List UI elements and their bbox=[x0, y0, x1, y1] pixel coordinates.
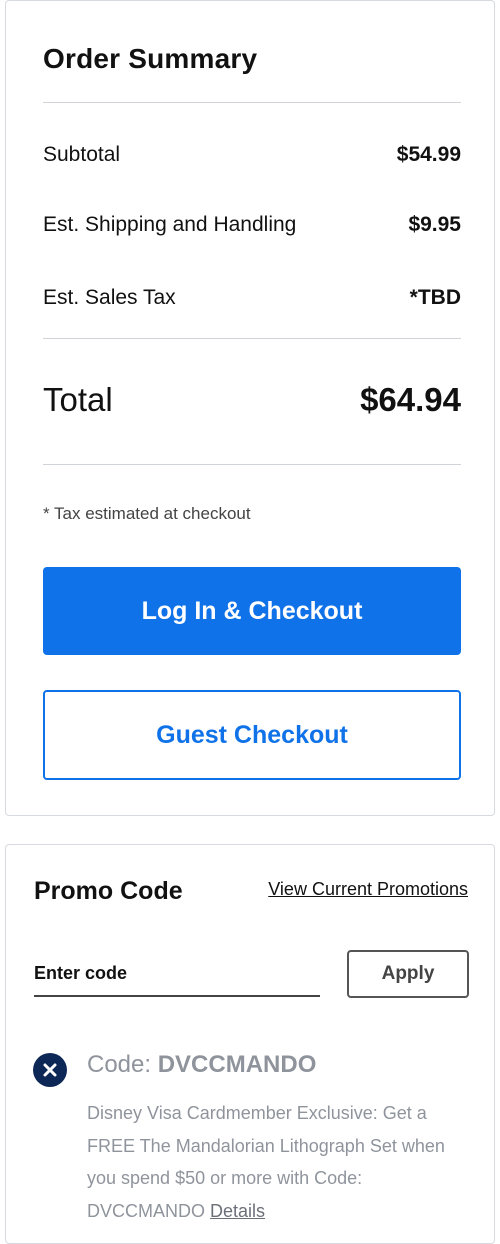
divider bbox=[43, 338, 461, 339]
order-summary-title: Order Summary bbox=[43, 43, 258, 74]
subtotal-value: $54.99 bbox=[396, 143, 461, 166]
promo-code-input[interactable] bbox=[34, 951, 320, 997]
promo-code-card: Promo Code View Current Promotions Apply… bbox=[5, 844, 495, 1244]
total-row: Total $64.94 bbox=[43, 375, 461, 425]
divider bbox=[43, 102, 461, 103]
guest-checkout-button[interactable]: Guest Checkout bbox=[43, 690, 461, 780]
shipping-row: Est. Shipping and Handling $9.95 bbox=[43, 210, 461, 240]
code-value: DVCCMANDO bbox=[157, 1051, 317, 1078]
divider bbox=[43, 464, 461, 465]
sales-tax-row: Est. Sales Tax *TBD bbox=[43, 283, 461, 313]
close-circle-icon[interactable] bbox=[33, 1053, 67, 1087]
shipping-value: $9.95 bbox=[408, 213, 461, 236]
close-icon bbox=[43, 1063, 57, 1077]
shipping-label: Est. Shipping and Handling bbox=[43, 213, 297, 236]
total-value: $64.94 bbox=[360, 381, 461, 418]
code-description-block: Disney Visa Cardmember Exclusive: Get a … bbox=[87, 1097, 477, 1227]
apply-button[interactable]: Apply bbox=[347, 950, 469, 998]
sales-tax-value: *TBD bbox=[409, 286, 461, 309]
applied-code-heading: Code: DVCCMANDO bbox=[87, 1051, 316, 1079]
code-label: Code: bbox=[87, 1051, 152, 1078]
subtotal-label: Subtotal bbox=[43, 143, 121, 166]
view-promotions-link[interactable]: View Current Promotions bbox=[268, 879, 468, 900]
login-checkout-button[interactable]: Log In & Checkout bbox=[43, 567, 461, 655]
tax-note: * Tax estimated at checkout bbox=[43, 504, 251, 523]
order-summary-card: Order Summary Subtotal $54.99 Est. Shipp… bbox=[5, 0, 495, 816]
details-link[interactable]: Details bbox=[210, 1201, 265, 1221]
subtotal-row: Subtotal $54.99 bbox=[43, 140, 461, 170]
total-label: Total bbox=[43, 381, 113, 418]
promo-code-title: Promo Code bbox=[34, 877, 183, 905]
code-description: Disney Visa Cardmember Exclusive: Get a … bbox=[87, 1103, 445, 1221]
sales-tax-label: Est. Sales Tax bbox=[43, 286, 176, 309]
